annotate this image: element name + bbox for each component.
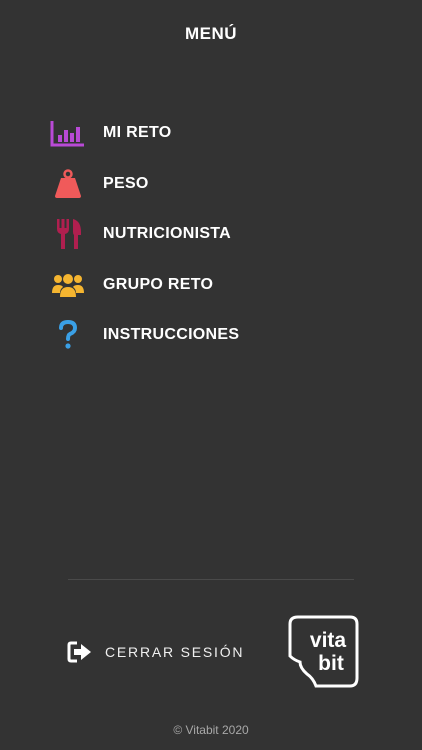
logout-label: CERRAR SESIÓN — [105, 644, 245, 660]
sign-out-icon — [67, 640, 93, 664]
logo-text-bit: bit — [318, 652, 344, 675]
menu-item-label: NUTRICIONISTA — [103, 225, 232, 243]
menu-item-peso[interactable]: PESO — [50, 159, 370, 210]
menu-item-instrucciones[interactable]: INSTRUCCIONES — [50, 310, 370, 361]
menu-item-nutricionista[interactable]: NUTRICIONISTA — [50, 209, 370, 260]
menu-item-label: PESO — [103, 174, 149, 192]
fork-knife-icon — [50, 218, 86, 250]
vitabit-logo: vita bit — [286, 614, 360, 690]
menu-item-grupo-reto[interactable]: GRUPO RETO — [50, 260, 370, 311]
menu-item-label: MI RETO — [103, 124, 172, 142]
question-icon — [50, 319, 86, 351]
main-menu: MI RETO PESO NUTRICIONISTA GRUPO RETO IN… — [50, 108, 370, 361]
bar-chart-icon — [50, 117, 86, 149]
weight-icon — [50, 168, 86, 200]
menu-item-mi-reto[interactable]: MI RETO — [50, 108, 370, 159]
menu-item-label: GRUPO RETO — [103, 275, 214, 293]
group-icon — [50, 269, 86, 301]
logo-text-vita: vita — [310, 629, 347, 652]
footer-copyright: © Vitabit 2020 — [173, 723, 249, 737]
page-title: MENÚ — [184, 24, 238, 43]
logout-button[interactable]: CERRAR SESIÓN — [67, 640, 244, 664]
menu-item-label: INSTRUCCIONES — [103, 326, 240, 344]
divider — [68, 579, 354, 580]
